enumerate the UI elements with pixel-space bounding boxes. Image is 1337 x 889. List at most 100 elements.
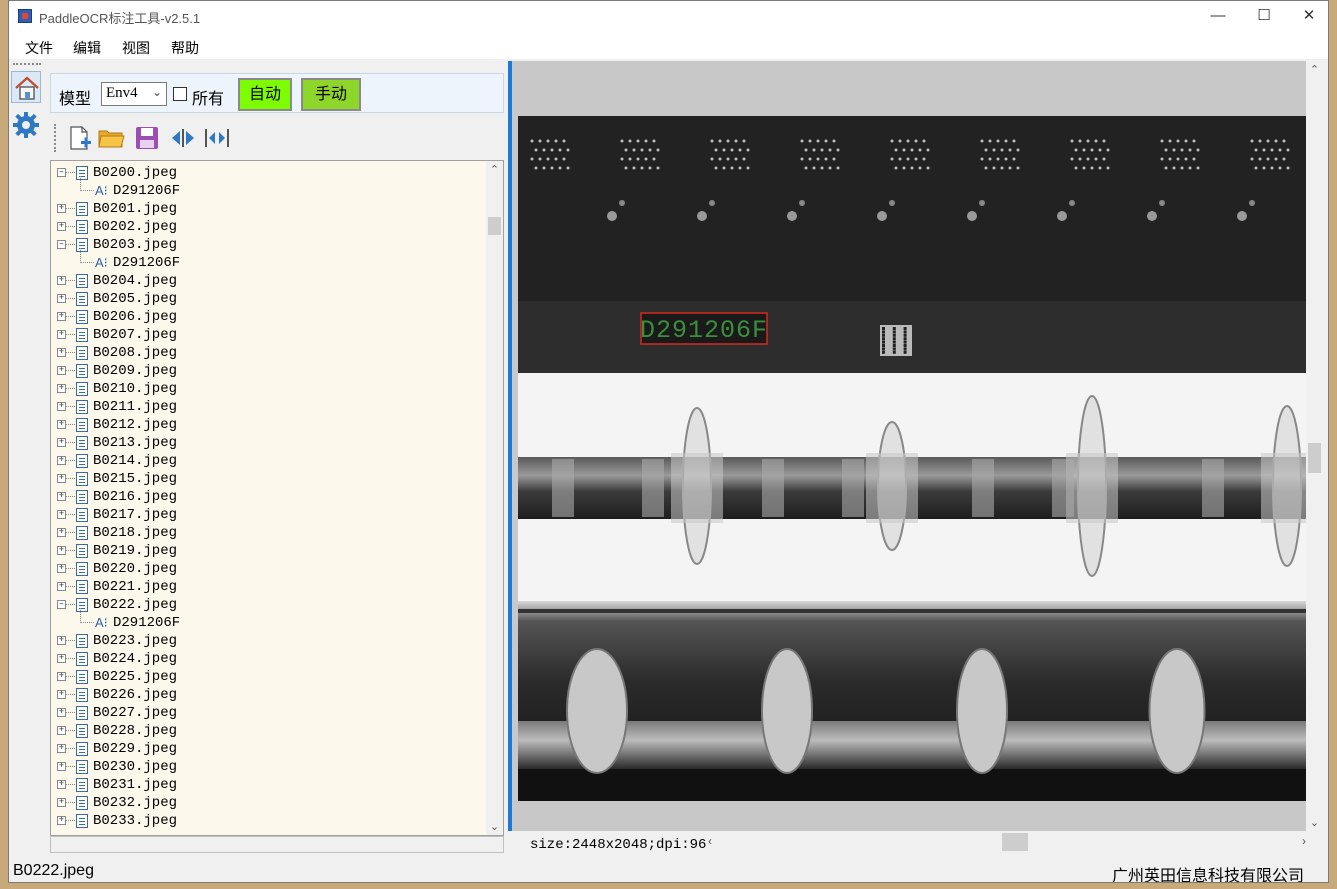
expand-icon[interactable]: + <box>57 582 66 591</box>
expand-icon[interactable]: + <box>57 672 66 681</box>
expand-icon[interactable]: + <box>57 780 66 789</box>
expand-icon[interactable]: + <box>57 528 66 537</box>
menu-edit[interactable]: 编辑 <box>73 38 101 58</box>
tree-item[interactable]: + B0219.jpeg <box>51 542 487 560</box>
expand-icon[interactable]: + <box>57 330 66 339</box>
scroll-thumb[interactable] <box>1308 443 1321 473</box>
expand-icon[interactable]: + <box>57 564 66 573</box>
scroll-right-icon[interactable]: › <box>1302 834 1306 848</box>
file-tree[interactable]: ⌃ ⌄ – B0200.jpeg A⁝ D291206F + B0201.jpeg + B02… <box>50 160 504 836</box>
canvas-horizontal-scrollbar[interactable]: size:2448x2048;dpi:96 ‹ › <box>512 831 1323 853</box>
expand-icon[interactable]: + <box>57 690 66 699</box>
tree-item[interactable]: + B0216.jpeg <box>51 488 487 506</box>
open-folder-button[interactable] <box>96 124 126 152</box>
maximize-button[interactable]: ☐ <box>1241 1 1287 31</box>
tree-item[interactable]: + B0225.jpeg <box>51 668 487 686</box>
expand-icon[interactable]: + <box>57 474 66 483</box>
tree-item[interactable]: + B0218.jpeg <box>51 524 487 542</box>
tree-item[interactable]: + B0232.jpeg <box>51 794 487 812</box>
tree-item[interactable]: + B0223.jpeg <box>51 632 487 650</box>
expand-icon[interactable]: + <box>57 402 66 411</box>
tree-item[interactable]: + B0230.jpeg <box>51 758 487 776</box>
scroll-down-icon[interactable]: ⌄ <box>486 820 503 833</box>
tree-vertical-scrollbar[interactable]: ⌃ ⌄ <box>486 161 503 835</box>
expand-icon[interactable]: + <box>57 312 66 321</box>
tree-item[interactable]: + B0208.jpeg <box>51 344 487 362</box>
image-canvas[interactable]: D291206F <box>512 61 1306 831</box>
tree-item[interactable]: + B0229.jpeg <box>51 740 487 758</box>
tree-item[interactable]: + B0213.jpeg <box>51 434 487 452</box>
collapse-icon[interactable]: – <box>57 168 66 177</box>
expand-icon[interactable]: + <box>57 492 66 501</box>
tree-item[interactable]: + B0212.jpeg <box>51 416 487 434</box>
menu-view[interactable]: 视图 <box>122 38 150 58</box>
new-file-button[interactable] <box>64 124 94 152</box>
tree-item[interactable]: + B0226.jpeg <box>51 686 487 704</box>
expand-icon[interactable]: + <box>57 276 66 285</box>
expand-icon[interactable]: + <box>57 654 66 663</box>
tree-item[interactable]: + B0224.jpeg <box>51 650 487 668</box>
expand-icon[interactable]: + <box>57 456 66 465</box>
tree-item[interactable]: + B0233.jpeg <box>51 812 487 830</box>
expand-icon[interactable]: + <box>57 420 66 429</box>
menu-file[interactable]: 文件 <box>25 38 53 58</box>
tree-item[interactable]: + B0209.jpeg <box>51 362 487 380</box>
tree-item[interactable]: – B0203.jpeg <box>51 236 487 254</box>
tree-item[interactable]: + B0201.jpeg <box>51 200 487 218</box>
scroll-thumb[interactable] <box>1002 833 1028 851</box>
previous-next-button[interactable] <box>168 124 198 152</box>
tree-item[interactable]: + B0215.jpeg <box>51 470 487 488</box>
tree-item[interactable]: + B0210.jpeg <box>51 380 487 398</box>
tree-child-item[interactable]: A⁝ D291206F <box>51 608 487 632</box>
tree-item[interactable]: + B0204.jpeg <box>51 272 487 290</box>
collapse-icon[interactable]: – <box>57 600 66 609</box>
tree-item[interactable]: + B0205.jpeg <box>51 290 487 308</box>
toolbar-grip[interactable] <box>54 124 56 152</box>
expand-icon[interactable]: + <box>57 636 66 645</box>
scroll-thumb[interactable] <box>488 217 501 235</box>
tree-item[interactable]: + B0217.jpeg <box>51 506 487 524</box>
minimize-button[interactable]: — <box>1195 1 1241 31</box>
scroll-left-icon[interactable]: ‹ <box>708 834 712 848</box>
tree-item[interactable]: + B0221.jpeg <box>51 578 487 596</box>
tree-item[interactable]: + B0220.jpeg <box>51 560 487 578</box>
tree-child-item[interactable]: A⁝ D291206F <box>51 176 487 200</box>
save-button[interactable] <box>132 124 162 152</box>
tree-item[interactable]: + B0228.jpeg <box>51 722 487 740</box>
expand-icon[interactable]: + <box>57 438 66 447</box>
expand-icon[interactable]: + <box>57 384 66 393</box>
expand-icon[interactable]: + <box>57 762 66 771</box>
expand-icon[interactable]: + <box>57 726 66 735</box>
scroll-down-icon[interactable]: ⌄ <box>1306 816 1323 829</box>
tree-item[interactable]: + B0207.jpeg <box>51 326 487 344</box>
close-button[interactable]: ✕ <box>1286 1 1328 31</box>
tree-item[interactable]: – B0200.jpeg <box>51 164 487 182</box>
ocr-box-label[interactable]: D291206F <box>640 316 768 345</box>
fit-width-button[interactable] <box>202 124 232 152</box>
all-checkbox-label[interactable]: 所有 <box>192 85 224 109</box>
expand-icon[interactable]: + <box>57 348 66 357</box>
all-checkbox[interactable] <box>173 87 187 101</box>
tree-item[interactable]: + B0202.jpeg <box>51 218 487 236</box>
tree-child-item[interactable]: A⁝ D291206F <box>51 248 487 272</box>
toolbar-grip[interactable] <box>13 63 41 65</box>
expand-icon[interactable]: + <box>57 744 66 753</box>
expand-icon[interactable]: + <box>57 816 66 825</box>
expand-icon[interactable]: + <box>57 222 66 231</box>
expand-icon[interactable]: + <box>57 366 66 375</box>
settings-button[interactable] <box>11 109 41 141</box>
tree-item[interactable]: + B0214.jpeg <box>51 452 487 470</box>
tree-item[interactable]: – B0222.jpeg <box>51 596 487 614</box>
expand-icon[interactable]: + <box>57 798 66 807</box>
expand-icon[interactable]: + <box>57 510 66 519</box>
manual-button[interactable]: 手动 <box>301 78 361 111</box>
menu-help[interactable]: 帮助 <box>171 38 199 58</box>
model-select[interactable]: Env4 ⌄ <box>101 82 167 106</box>
expand-icon[interactable]: + <box>57 546 66 555</box>
expand-icon[interactable]: + <box>57 204 66 213</box>
scroll-up-icon[interactable]: ⌃ <box>1306 63 1323 76</box>
canvas-vertical-scrollbar[interactable]: ⌃ ⌄ <box>1306 61 1323 831</box>
expand-icon[interactable]: + <box>57 294 66 303</box>
tree-item[interactable]: + B0227.jpeg <box>51 704 487 722</box>
home-button[interactable] <box>11 71 41 103</box>
